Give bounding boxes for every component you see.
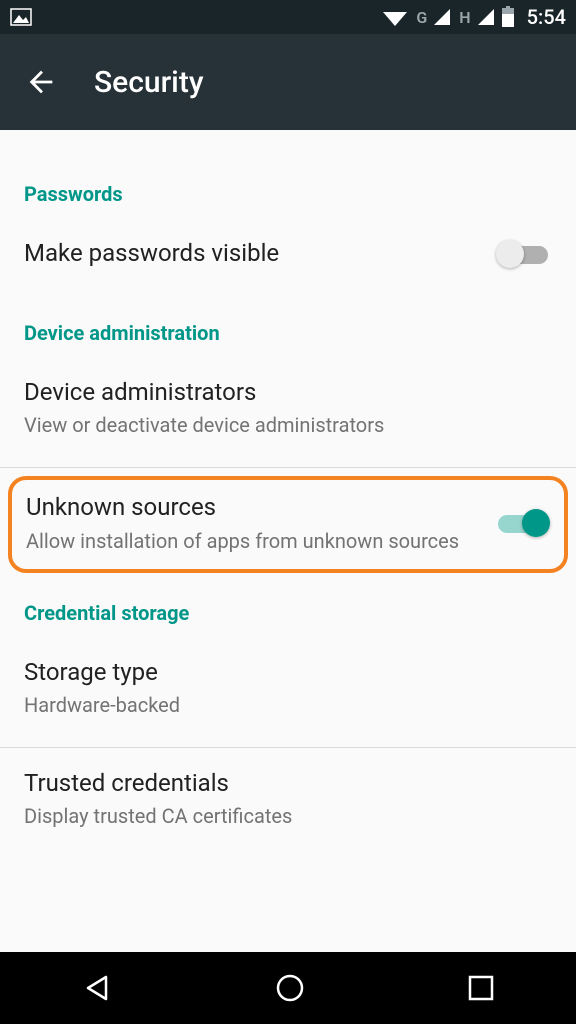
- wifi-icon: [382, 7, 408, 27]
- toggle-unknown-sources[interactable]: [494, 509, 550, 537]
- nav-recent-icon[interactable]: [466, 973, 496, 1003]
- item-subtitle: Hardware-backed: [24, 692, 552, 719]
- section-credential-header: Credential storage: [0, 573, 576, 637]
- item-make-passwords-visible[interactable]: Make passwords visible: [0, 218, 576, 289]
- section-device-admin-header: Device administration: [0, 289, 576, 357]
- item-subtitle: Display trusted CA certificates: [24, 803, 552, 830]
- item-subtitle: View or deactivate device administrators: [24, 412, 552, 439]
- navigation-bar: [0, 952, 576, 1024]
- content: Passwords Make passwords visible Device …: [0, 130, 576, 836]
- item-trusted-credentials[interactable]: Trusted credentials Display trusted CA c…: [0, 748, 576, 836]
- item-title: Trusted credentials: [24, 768, 552, 799]
- page-title: Security: [94, 65, 204, 100]
- nav-back-icon[interactable]: [80, 971, 114, 1005]
- battery-icon: [501, 6, 515, 28]
- item-title: Storage type: [24, 657, 552, 688]
- status-right: G H 5:54: [382, 5, 566, 29]
- item-device-administrators[interactable]: Device administrators View or deactivate…: [0, 357, 576, 459]
- app-bar: Security: [0, 34, 576, 130]
- signal-icon-1: [433, 8, 451, 26]
- item-title: Device administrators: [24, 377, 552, 408]
- status-time: 5:54: [527, 5, 566, 29]
- status-left: [10, 8, 32, 26]
- item-title: Unknown sources: [26, 492, 474, 523]
- network-label-1: G: [416, 8, 427, 27]
- item-unknown-sources[interactable]: Unknown sources Allow installation of ap…: [8, 476, 568, 572]
- picture-icon: [10, 8, 32, 26]
- item-subtitle: Allow installation of apps from unknown …: [26, 528, 474, 555]
- signal-icon-2: [477, 8, 495, 26]
- divider: [0, 467, 576, 468]
- section-passwords-header: Passwords: [0, 166, 576, 218]
- toggle-make-passwords-visible[interactable]: [496, 240, 552, 268]
- item-title: Make passwords visible: [24, 238, 476, 269]
- nav-home-icon[interactable]: [273, 971, 307, 1005]
- item-storage-type[interactable]: Storage type Hardware-backed: [0, 637, 576, 739]
- back-arrow-icon[interactable]: [24, 65, 58, 99]
- network-label-2: H: [459, 8, 470, 27]
- status-bar: G H 5:54: [0, 0, 576, 34]
